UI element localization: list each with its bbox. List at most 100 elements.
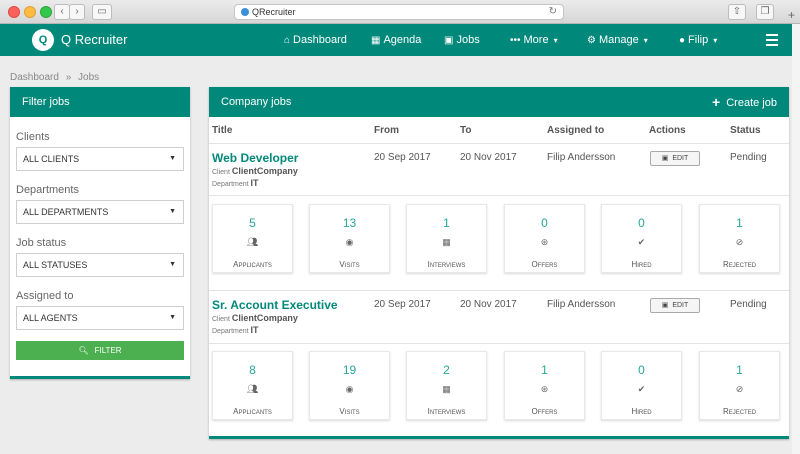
breadcrumb-home[interactable]: Dashboard [10,72,59,83]
create-job-button[interactable]: + Create job [712,87,777,118]
stat-label: Visits [339,260,360,269]
share-icon: ⇧ [732,6,742,17]
back-button[interactable]: ‹ [54,4,70,20]
search-icon: 🔍︎ [78,346,89,355]
stat-offers[interactable]: 1 ⊛ Offers [504,351,585,420]
jobs-panel-title: Company jobs [221,96,292,108]
globe-icon [241,8,249,16]
chevron-down-icon: ▾ [553,36,558,45]
stat-label: Rejected [722,260,757,269]
nav-label: Dashboard [293,34,347,46]
edit-icon: ▣ [661,302,669,309]
stat-applicants[interactable]: 8 👥︎ Applicants [212,351,293,420]
department-value: IT [250,325,259,335]
filter-button[interactable]: 🔍︎ FILTER [16,341,184,360]
edit-label: EDIT [672,302,689,309]
stat-offers[interactable]: 0 ⊛ Offers [504,204,585,273]
stat-value: 13 [342,216,357,230]
column-title: Title [212,125,233,136]
job-status: Pending [730,299,767,310]
stat-applicants[interactable]: 5 👥︎ Applicants [212,204,293,273]
stat-value: 19 [342,363,357,377]
check-icon: ✔ [637,384,646,394]
stat-visits[interactable]: 13 ◉ Visits [309,204,390,273]
zoom-window-button[interactable] [40,6,52,18]
nav-more[interactable]: ••• More ▾ [510,34,558,46]
job-client: Client ClientCompany [212,166,298,176]
stat-label: Interviews [427,260,466,269]
breadcrumb-current: Jobs [78,72,100,83]
nav-agenda[interactable]: ▦ Agenda [371,34,421,46]
sidebar-toggle-button[interactable]: ▭ [92,4,112,20]
assigned-to-select[interactable]: ALL AGENTS ▼ [16,306,184,330]
forward-button[interactable]: › [69,4,85,20]
breadcrumb: Dashboard » Jobs [10,72,99,83]
nav-jobs[interactable]: ▣ Jobs [444,34,480,46]
stat-rejected[interactable]: 1 ⊘ Rejected [699,351,780,420]
ban-icon: ⊘ [735,384,744,394]
stat-rejected[interactable]: 1 ⊘ Rejected [699,204,780,273]
address-text: QRecruiter [252,7,296,17]
reload-icon[interactable]: ↻ [549,5,557,19]
handshake-icon: ⊛ [540,384,549,394]
job-title-link[interactable]: Sr. Account Executive [212,298,338,312]
calendar-icon: ▦ [371,35,381,46]
job-client: Client ClientCompany [212,313,298,323]
close-window-button[interactable] [8,6,20,18]
address-bar[interactable]: QRecruiter ↻ [234,4,564,20]
nav-dashboard[interactable]: ⌂ Dashboard [284,34,347,46]
ban-icon: ⊘ [735,237,744,247]
stat-value: 0 [638,363,645,377]
stat-hired[interactable]: 0 ✔ Hired [601,204,682,273]
column-assigned-to: Assigned to [547,125,605,136]
calendar-icon: ▦ [442,237,451,247]
clients-select-value: ALL CLIENTS [23,154,80,164]
stat-interviews[interactable]: 1 ▦ Interviews [406,204,487,273]
page-scrollbar[interactable] [792,24,800,454]
minimize-window-button[interactable] [24,6,36,18]
stat-value: 1 [736,216,743,230]
create-job-label: Create job [726,97,777,109]
assigned-to-select-value: ALL AGENTS [23,313,78,323]
stat-interviews[interactable]: 2 ▦ Interviews [406,351,487,420]
column-status: Status [730,125,761,136]
stat-label: Visits [339,407,360,416]
nav-user[interactable]: ● Filip ▾ [679,34,717,46]
clients-select[interactable]: ALL CLIENTS ▼ [16,147,184,171]
departments-select[interactable]: ALL DEPARTMENTS ▼ [16,200,184,224]
tabs-button[interactable]: ❐ [756,4,774,20]
nav-label: Jobs [456,34,480,46]
stat-hired[interactable]: 0 ✔ Hired [601,351,682,420]
new-tab-plus-icon[interactable]: + [788,8,795,22]
caret-down-icon: ▼ [169,261,176,268]
nav-manage[interactable]: ⚙ Manage ▾ [587,34,648,46]
job-to-date: 20 Nov 2017 [460,299,517,310]
brand-name[interactable]: Q Recruiter [61,32,127,47]
logo[interactable]: Q [32,29,54,51]
plus-icon: + [712,94,721,110]
company-jobs-panel: Company jobs + Create job Title From To A… [209,87,789,439]
stat-visits[interactable]: 19 ◉ Visits [309,351,390,420]
users-icon: 👥︎ [246,237,259,247]
edit-job-button[interactable]: ▣ EDIT [650,298,700,313]
job-to-date: 20 Nov 2017 [460,152,517,163]
edit-job-button[interactable]: ▣ EDIT [650,151,700,166]
chevron-right-icon: › [75,6,79,17]
stat-label: Offers [531,260,558,269]
filter-panel-title: Filter jobs [10,87,190,117]
client-value: ClientCompany [231,313,298,323]
menu-icon[interactable] [766,34,778,49]
app-header: Q Q Recruiter ⌂ Dashboard ▦ Agenda ▣ Jobs •… [0,24,800,56]
client-label: Client [212,169,230,176]
job-title-link[interactable]: Web Developer [212,151,298,165]
divider [209,195,789,196]
department-value: IT [250,178,259,188]
stat-value: 0 [638,216,645,230]
share-button[interactable]: ⇧ [728,4,746,20]
client-label: Client [212,316,230,323]
check-icon: ✔ [637,237,646,247]
filter-button-label: FILTER [94,346,122,355]
job-status-select[interactable]: ALL STATUSES ▼ [16,253,184,277]
job-status-select-value: ALL STATUSES [23,260,88,270]
divider [209,290,789,291]
